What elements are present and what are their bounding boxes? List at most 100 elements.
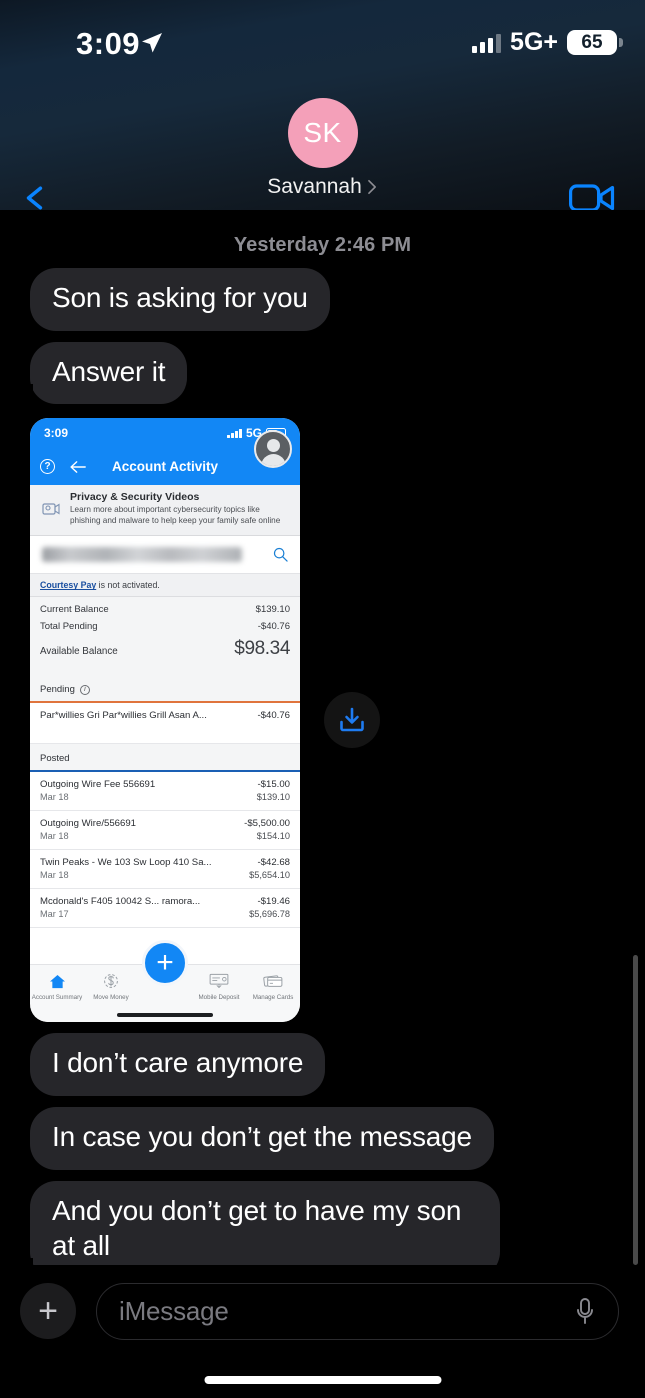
transaction-sub-line: Mar 18 $139.10 [40, 792, 290, 802]
transaction-date: Mar 17 [40, 908, 69, 919]
incoming-bubble[interactable]: In case you don’t get the message [30, 1107, 494, 1170]
transaction-running-balance: $139.10 [256, 791, 290, 802]
balance-value: $98.34 [234, 638, 290, 660]
avatar-initials: SK [303, 117, 342, 148]
transaction-amount: -$5,500.00 [244, 817, 290, 829]
battery-indicator: 65 [567, 30, 623, 55]
status-bar-indicators: 5G+ 65 [472, 28, 623, 57]
transaction-main-line: Outgoing Wire Fee 556691 -$15.00 [40, 779, 290, 790]
promo-card[interactable]: Privacy & Security Videos Learn more abo… [30, 485, 300, 537]
avatar-body [261, 454, 286, 467]
message-row: Answer it [0, 341, 645, 405]
microphone-icon[interactable] [574, 1296, 596, 1328]
tab-label: Move Money [93, 994, 129, 1002]
message-row: I don’t care anymore [0, 1033, 645, 1097]
balance-label: Available Balance [40, 646, 118, 658]
transaction-name: Twin Peaks - We 103 Sw Loop 410 Sa... [40, 856, 212, 868]
transaction-row[interactable]: Mcdonald's F405 10042 S... ramora... -$1… [30, 888, 300, 928]
transaction-sub-line: Mar 17 $5,696.78 [40, 909, 290, 919]
download-icon[interactable] [324, 692, 380, 749]
plus-icon[interactable]: + [20, 1283, 76, 1339]
transaction-name: Mcdonald's F405 10042 S... ramora... [40, 895, 201, 907]
chevron-right-icon [367, 179, 376, 195]
tab-mobile-deposit[interactable]: Mobile Deposit [192, 971, 246, 1001]
network-type-label: 5G+ [510, 28, 558, 56]
imessage-input[interactable]: iMessage [96, 1283, 619, 1340]
contact-name-row[interactable]: Savannah [267, 175, 378, 199]
incoming-bubble[interactable]: Son is asking for you [30, 268, 330, 331]
attachment-home-indicator [117, 1013, 213, 1018]
transaction-main-line: Mcdonald's F405 10042 S... ramora... -$1… [40, 896, 290, 907]
transaction-date: Mar 18 [40, 791, 69, 802]
incoming-bubble[interactable]: And you don’t get to have my son at all [21, 1180, 500, 1279]
plus-icon[interactable]: + [142, 940, 188, 987]
info-icon[interactable]: i [79, 684, 90, 695]
transaction-name: Outgoing Wire Fee 556691 [40, 778, 156, 790]
tab-manage-cards[interactable]: Manage Cards [246, 971, 300, 1001]
posted-section-header: Posted [30, 744, 300, 771]
transaction-name: Outgoing Wire/556691 [40, 817, 136, 829]
tab-label: Mobile Deposit [198, 994, 240, 1002]
balance-value: -$40.76 [257, 621, 290, 633]
conversation-header: SK Savannah [0, 80, 645, 212]
courtesy-pay-link[interactable]: Courtesy Pay [40, 580, 96, 590]
transaction-row[interactable]: Outgoing Wire/556691 -$5,500.00 Mar 18 $… [30, 810, 300, 850]
pending-label: Pending [40, 684, 75, 696]
promo-title: Privacy & Security Videos [70, 491, 200, 504]
home-indicator [204, 1376, 441, 1384]
avatar-head [267, 439, 280, 453]
conversation-scrollbar[interactable] [633, 955, 638, 1265]
transaction-date: Mar 18 [40, 830, 69, 841]
tab-label: Account Summary [31, 994, 83, 1002]
transaction-running-balance: $5,696.78 [249, 908, 290, 919]
search-icon[interactable] [273, 547, 288, 563]
location-arrow-icon [142, 33, 162, 53]
contact-block[interactable]: SK Savannah [0, 98, 645, 199]
avatar[interactable]: SK [287, 98, 358, 168]
manage-cards-icon [246, 971, 300, 991]
message-row: Son is asking for you [0, 268, 645, 331]
balance-summary: Current Balance $139.10 Total Pending -$… [30, 597, 300, 676]
attached-screenshot[interactable]: 3:09 5G ? Account Activity Privacy & Sec… [30, 418, 300, 1023]
transaction-running-balance: $154.10 [256, 830, 290, 841]
balance-row: Total Pending -$40.76 [40, 618, 290, 635]
video-lesson-icon [40, 491, 62, 526]
transaction-sub-line: Mar 18 $5,654.10 [40, 870, 290, 880]
courtesy-pay-text: is not activated. [96, 580, 160, 591]
top-chrome: 3:09 5G+ 65 SK Savannah [0, 0, 645, 212]
transaction-row[interactable]: Par*willies Gri Par*willies Grill Asan A… [30, 703, 300, 745]
transaction-main-line: Par*willies Gri Par*willies Grill Asan A… [40, 710, 290, 721]
move-money-icon [84, 971, 138, 991]
imessage-conversation-screen: 3:09 5G+ 65 SK Savannah Yesterday 2:46 P… [0, 0, 645, 1398]
transaction-amount: -$19.46 [257, 895, 290, 907]
message-list[interactable]: Yesterday 2:46 PM Son is asking for you … [0, 210, 645, 1353]
transaction-row[interactable]: Outgoing Wire Fee 556691 -$15.00 Mar 18 … [30, 771, 300, 811]
incoming-bubble[interactable]: Answer it [20, 341, 188, 405]
transaction-amount: -$15.00 [257, 778, 290, 790]
message-row: And you don’t get to have my son at all [0, 1180, 645, 1279]
status-bar-time: 3:09 [76, 26, 141, 61]
balance-label: Total Pending [40, 621, 98, 633]
tab-label: Manage Cards [252, 994, 294, 1002]
balance-value: $139.10 [255, 604, 290, 616]
transaction-name: Par*willies Gri Par*willies Grill Asan A… [40, 710, 207, 722]
incoming-bubble[interactable]: I don’t care anymore [30, 1033, 326, 1097]
conversation-timestamp: Yesterday 2:46 PM [233, 234, 412, 256]
imessage-placeholder: iMessage [119, 1296, 229, 1326]
balance-row-available: Available Balance $98.34 [40, 635, 290, 663]
attachment-status-time: 3:09 [44, 426, 69, 441]
account-search-row[interactable] [30, 536, 300, 575]
courtesy-pay-notice[interactable]: Courtesy Pay is not activated. [30, 574, 300, 598]
balance-label: Current Balance [40, 604, 109, 616]
tab-move-money[interactable]: Move Money [84, 971, 138, 1001]
transaction-date: Mar 18 [40, 869, 69, 880]
transaction-main-line: Outgoing Wire/556691 -$5,500.00 [40, 818, 290, 829]
transaction-row[interactable]: Twin Peaks - We 103 Sw Loop 410 Sa... -$… [30, 849, 300, 889]
posted-label: Posted [40, 753, 70, 765]
attachment-row: 3:09 5G ? Account Activity Privacy & Sec… [0, 418, 645, 1023]
cellular-signal-icon [472, 33, 502, 53]
transaction-sub-line: Mar 18 $154.10 [40, 831, 290, 841]
message-row: In case you don’t get the message [0, 1107, 645, 1170]
home-icon [30, 971, 84, 991]
tab-account-summary[interactable]: Account Summary [30, 971, 84, 1001]
